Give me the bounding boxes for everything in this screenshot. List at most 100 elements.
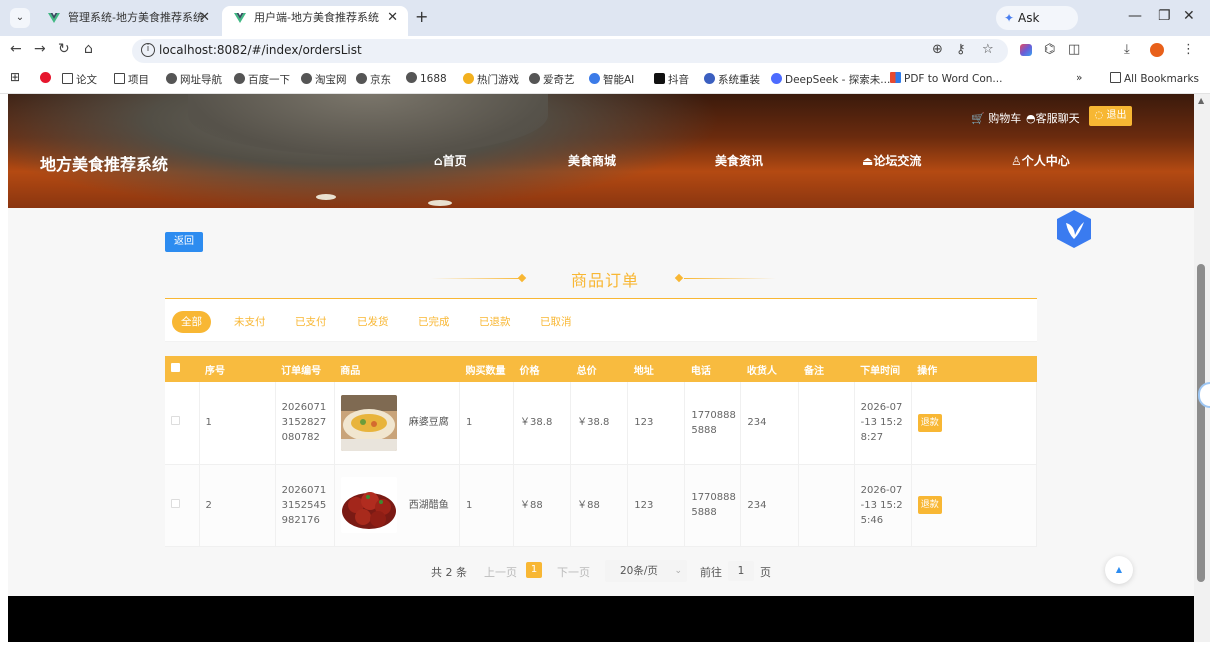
bookmark-baidu[interactable]: 百度一下 xyxy=(234,72,290,87)
bookmark-jd[interactable]: 京东 xyxy=(356,72,391,87)
bookmark-nav[interactable]: 网址导航 xyxy=(166,72,222,87)
index-cell: 2 xyxy=(199,464,276,547)
orders-content: 返回 商品订单 全部 未支付 已支付 已发货 已完成 已退款 已取消 序号 订单… xyxy=(8,208,1194,596)
extension-icon[interactable] xyxy=(1020,44,1032,56)
new-tab-button[interactable]: + xyxy=(415,7,428,26)
title-decoration-line xyxy=(431,278,523,279)
column-header: 操作 xyxy=(911,356,1037,382)
download-icon[interactable]: ⤓ xyxy=(1124,42,1130,57)
pagination-total: 共 2 条 xyxy=(431,566,467,579)
reload-icon[interactable]: ↻ xyxy=(58,41,70,57)
customer-chat-link[interactable]: ◓客服聊天 xyxy=(1026,110,1080,126)
nav-food-mall[interactable]: 美食商城 xyxy=(568,152,616,169)
bookmark-pdf[interactable]: PDF to Word Con... xyxy=(890,72,1002,85)
apps-grid-icon[interactable]: ⊞ xyxy=(10,70,20,84)
page-number-current[interactable]: 1 xyxy=(526,562,542,578)
home-icon[interactable]: ⌂ xyxy=(84,41,93,57)
phone: 17708885888 xyxy=(691,492,736,518)
zoom-icon[interactable]: ⊕ xyxy=(932,42,943,57)
tab-all[interactable]: 全部 xyxy=(172,311,211,333)
tab-title: 管理系统-地方美食推荐系统 xyxy=(68,11,204,24)
page-size-select[interactable]: 20条/页 ⌄ xyxy=(605,560,687,582)
column-header: 商品 xyxy=(334,356,460,382)
banner-decoration xyxy=(428,200,452,206)
chevron-down-icon: ⌄ xyxy=(674,566,682,576)
address-cell: 123 xyxy=(627,382,686,465)
bookmark-douyin[interactable]: 抖音 xyxy=(654,72,689,87)
refund-button[interactable]: 退款 xyxy=(917,413,942,432)
bookmark-system[interactable]: 系统重装 xyxy=(704,72,760,87)
tab-refunded[interactable]: 已退款 xyxy=(479,311,511,333)
globe-icon xyxy=(234,73,245,84)
product-name: 麻婆豆腐 xyxy=(408,417,449,429)
bookmark-taobao[interactable]: 淘宝网 xyxy=(301,72,347,87)
bookmark-ai[interactable]: 智能AI xyxy=(589,72,634,87)
column-header: 地址 xyxy=(627,356,685,382)
all-bookmarks[interactable]: All Bookmarks xyxy=(1110,72,1199,85)
next-page-button[interactable]: 下一页 xyxy=(557,564,590,580)
back-arrow-icon[interactable]: ← xyxy=(10,41,22,57)
address-toolbar: ← → ↻ ⌂ i localhost:8082/#/index/ordersL… xyxy=(0,36,1210,66)
minimize-icon[interactable]: — xyxy=(1128,8,1142,24)
column-header: 价格 xyxy=(513,356,571,382)
bookmark-1688[interactable]: 1688 xyxy=(406,72,447,85)
tab-shipped[interactable]: 已发货 xyxy=(357,311,389,333)
phone-cell: 17708885888 xyxy=(684,382,742,465)
close-tab-icon[interactable]: ✕ xyxy=(199,6,210,30)
forward-arrow-icon[interactable]: → xyxy=(34,41,46,57)
nav-home[interactable]: ⌂首页 xyxy=(434,152,467,169)
row-checkbox[interactable] xyxy=(171,416,180,426)
floating-assistant-icon[interactable] xyxy=(1053,208,1095,250)
select-all-checkbox[interactable] xyxy=(171,363,180,372)
site-info-icon[interactable]: i xyxy=(141,43,155,57)
logout-button[interactable]: ◌ 退出 xyxy=(1089,106,1132,126)
url-field[interactable]: i localhost:8082/#/index/ordersList xyxy=(132,39,1008,63)
scrollbar-thumb[interactable] xyxy=(1197,264,1205,582)
browser-tab-admin[interactable]: 管理系统-地方美食推荐系统 ✕ xyxy=(36,6,220,36)
deepseek-icon xyxy=(771,73,782,84)
cart-link[interactable]: 🛒 购物车 xyxy=(971,110,1021,126)
orders-table: 序号 订单编号 商品 购买数量 价格 总价 地址 电话 收货人 备注 下单时间 … xyxy=(165,356,1038,547)
page-scrollbar[interactable]: ▲ xyxy=(1194,94,1210,642)
order-no: 20260713152545982176 xyxy=(281,484,327,526)
tab-cancelled[interactable]: 已取消 xyxy=(540,311,572,333)
restore-icon[interactable]: ❐ xyxy=(1158,8,1171,24)
nav-food-news[interactable]: 美食资讯 xyxy=(715,152,763,169)
bookmark-star-icon[interactable]: ☆ xyxy=(982,42,994,57)
column-header: 备注 xyxy=(798,356,855,382)
bookmark-paper[interactable]: 论文 xyxy=(62,72,97,87)
browser-tab-user[interactable]: 用户端-地方美食推荐系统 ✕ xyxy=(222,6,408,36)
phone: 17708885888 xyxy=(691,409,736,436)
ask-gemini-button[interactable]: ✦ Ask Gemini xyxy=(996,6,1078,49)
prev-page-button[interactable]: 上一页 xyxy=(484,564,517,580)
nav-forum[interactable]: ⏏论坛交流 xyxy=(862,152,921,169)
note-cell xyxy=(798,464,855,547)
column-header: 订单编号 xyxy=(275,356,335,382)
tab-unpaid[interactable]: 未支付 xyxy=(234,311,266,333)
refund-button[interactable]: 退款 xyxy=(917,496,942,514)
extension-robot-icon[interactable]: ⌬ xyxy=(1044,42,1055,57)
scroll-up-arrow-icon[interactable]: ▲ xyxy=(1198,96,1204,105)
bookmark-deepseek[interactable]: DeepSeek - 探索未... xyxy=(771,72,890,87)
banner-food-image xyxy=(188,94,548,156)
goto-page-input[interactable]: 1 xyxy=(728,561,754,581)
profile-avatar[interactable] xyxy=(1150,43,1164,57)
extensions-puzzle-icon[interactable]: ◫ xyxy=(1068,42,1080,57)
tab-completed[interactable]: 已完成 xyxy=(418,311,450,333)
window-close-icon[interactable]: ✕ xyxy=(1183,8,1195,24)
site-brand[interactable]: 地方美食推荐系统 xyxy=(40,151,168,175)
bookmark-iqiyi[interactable]: 爱奇艺 xyxy=(529,72,575,87)
tab-paid[interactable]: 已支付 xyxy=(295,311,327,333)
bookmarks-overflow-button[interactable]: » xyxy=(1076,72,1082,84)
close-tab-icon[interactable]: ✕ xyxy=(387,6,398,30)
password-key-icon[interactable]: ⚷ xyxy=(956,42,966,57)
back-to-top-button[interactable]: ▲ xyxy=(1105,556,1133,584)
back-button[interactable]: 返回 xyxy=(165,232,203,252)
bookmark-project[interactable]: 项目 xyxy=(114,72,149,87)
weibo-icon[interactable] xyxy=(40,72,54,85)
row-checkbox[interactable] xyxy=(171,498,180,508)
bookmark-games[interactable]: 热门游戏 xyxy=(463,72,519,87)
nav-personal-center[interactable]: ♙个人中心 xyxy=(1011,152,1070,169)
browser-menu-icon[interactable]: ⋮ xyxy=(1182,42,1195,57)
tab-search-chevron-icon[interactable]: ⌄ xyxy=(10,8,30,28)
